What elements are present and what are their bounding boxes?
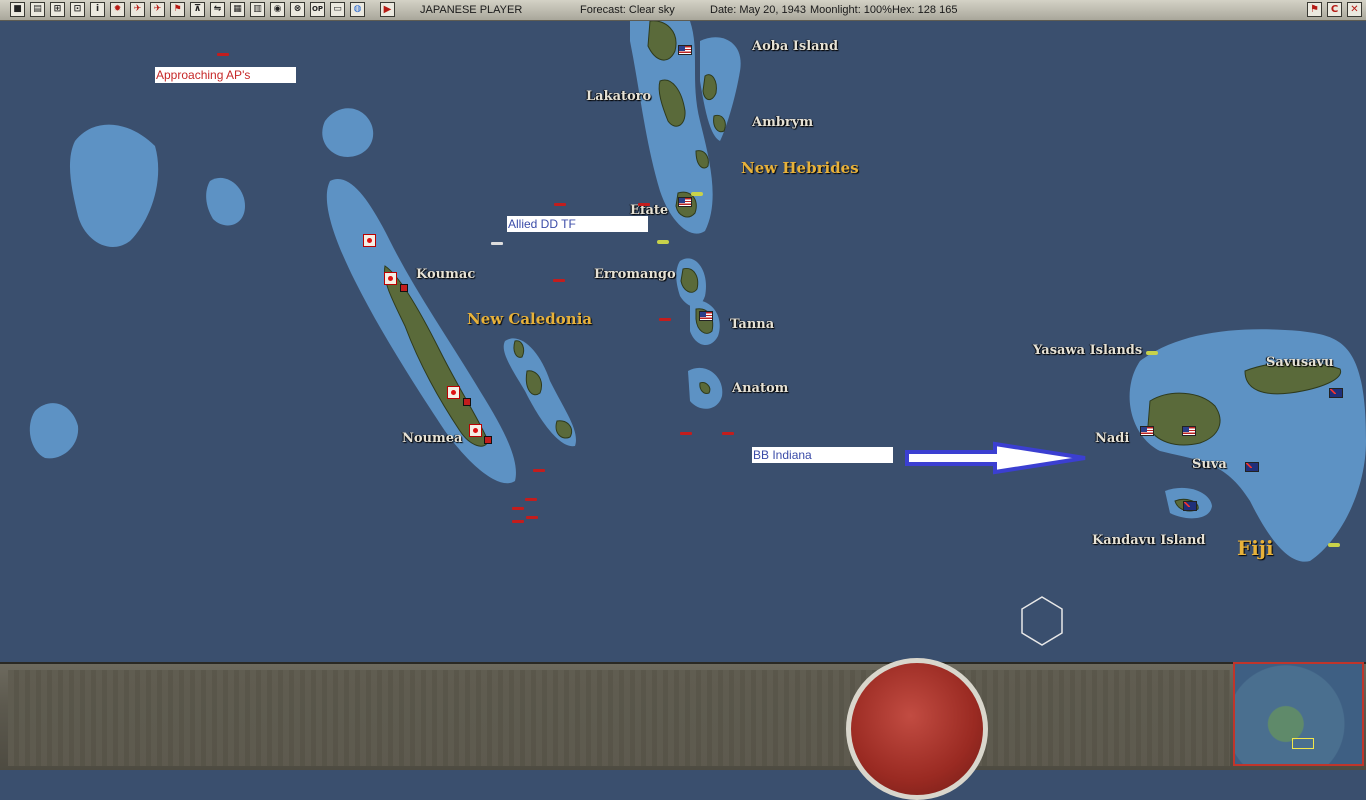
ship-taskforce-icon[interactable]	[512, 520, 524, 523]
air-unit-icon[interactable]	[691, 192, 703, 196]
jp-unit-marker[interactable]	[400, 284, 408, 292]
info-panel-area	[8, 670, 1230, 766]
air-button[interactable]: ✈	[130, 2, 145, 17]
air-button-2[interactable]: ✈	[150, 2, 165, 17]
close-icon[interactable]: ✕	[1347, 2, 1362, 17]
toolbar-button-11[interactable]: ⇋	[210, 2, 225, 17]
hex-label: Hex: 128 165	[892, 4, 958, 16]
ship-taskforce-icon[interactable]	[526, 516, 538, 519]
region-new-caledonia: New Caledonia	[467, 310, 593, 328]
annotation-bb-indiana: BB Indiana	[752, 447, 893, 463]
annotation-approaching: Approaching AP's	[155, 67, 296, 83]
ship-taskforce-icon[interactable]	[553, 279, 565, 282]
place-kandavu-island: Kandavu Island	[1092, 533, 1206, 548]
nz-base-marker[interactable]	[1183, 501, 1197, 511]
jp-base-marker[interactable]	[384, 272, 397, 285]
place-savusavu: Savusavu	[1266, 355, 1334, 370]
ship-taskforce-icon[interactable]	[638, 203, 650, 206]
c-button[interactable]: C	[1327, 2, 1342, 17]
ship-taskforce-icon[interactable]	[491, 242, 503, 245]
reef-bottom-left	[29, 403, 79, 459]
japan-flag-button[interactable]: ✹	[110, 2, 125, 17]
minimap[interactable]	[1233, 662, 1364, 766]
ship-taskforce-icon[interactable]	[525, 498, 537, 501]
place-suva: Suva	[1192, 457, 1227, 472]
toolbar-button-10[interactable]: ⊼	[190, 2, 205, 17]
weather-button[interactable]: ◍	[350, 2, 365, 17]
toolbar-button-2[interactable]: ▤	[30, 2, 45, 17]
ship-taskforce-icon[interactable]	[217, 53, 229, 56]
toolbar-button-17[interactable]: ▭	[330, 2, 345, 17]
map-terrain	[29, 21, 1366, 646]
region-fiji: Fiji	[1237, 536, 1274, 560]
hex-cursor	[1021, 596, 1063, 646]
us-base-marker[interactable]	[699, 311, 713, 321]
bottom-panel	[0, 662, 1366, 770]
air-unit-icon[interactable]	[1146, 351, 1158, 355]
region-new-hebrides: New Hebrides	[741, 159, 859, 177]
ship-taskforce-icon[interactable]	[533, 469, 545, 472]
toolbar-button-15[interactable]: ⊗	[290, 2, 305, 17]
toolbar-button-4[interactable]: ⊡	[70, 2, 85, 17]
reef-left	[69, 124, 159, 247]
jp-base-marker[interactable]	[469, 424, 482, 437]
ship-taskforce-icon[interactable]	[554, 203, 566, 206]
top-toolbar: ■ ▤ ⊞ ⊡ i ✹ ✈ ✈ ⚑ ⊼ ⇋ ▦ ▥ ◉ ⊗ OP ▭ ◍ ▶ J…	[0, 0, 1366, 21]
place-koumac: Koumac	[416, 267, 476, 282]
toolbar-button-12[interactable]: ▦	[230, 2, 245, 17]
moonlight-label: Moonlight: 100%	[810, 4, 892, 16]
flag-button[interactable]: ⚑	[170, 2, 185, 17]
player-label: JAPANESE PLAYER	[420, 4, 523, 16]
flag-icon[interactable]: ⚑	[1307, 2, 1322, 17]
annotation-allied-dd-tf: Allied DD TF	[507, 216, 648, 232]
date-label: Date: May 20, 1943	[710, 4, 807, 16]
toolbar-button-1[interactable]: ■	[10, 2, 25, 17]
us-base-marker[interactable]	[678, 45, 692, 55]
end-turn-button[interactable]	[846, 658, 988, 800]
jp-unit-marker[interactable]	[484, 436, 492, 444]
us-base-marker[interactable]	[678, 197, 692, 207]
ship-taskforce-icon[interactable]	[722, 432, 734, 435]
map-view[interactable]: Aoba Island Lakatoro Ambrym New Hebrides…	[0, 21, 1366, 662]
viti-levu-land	[1147, 392, 1221, 446]
air-unit-icon[interactable]	[1328, 543, 1340, 547]
pentecost-land	[702, 74, 717, 100]
place-lakatoro: Lakatoro	[586, 89, 652, 104]
toolbar-button-13[interactable]: ▥	[250, 2, 265, 17]
us-base-marker[interactable]	[1140, 426, 1154, 436]
place-aoba-island: Aoba Island	[752, 39, 839, 54]
place-ambrym: Ambrym	[752, 115, 814, 130]
ship-taskforce-icon[interactable]	[680, 432, 692, 435]
us-base-marker[interactable]	[1182, 426, 1196, 436]
jp-unit-marker[interactable]	[463, 398, 471, 406]
jp-base-marker[interactable]	[363, 234, 376, 247]
globe-button[interactable]: ◉	[270, 2, 285, 17]
bb-indiana-arrow	[905, 441, 1086, 475]
nz-base-marker[interactable]	[1329, 388, 1343, 398]
ship-taskforce-icon[interactable]	[512, 507, 524, 510]
toolbar-button-3[interactable]: ⊞	[50, 2, 65, 17]
op-button[interactable]: OP	[310, 2, 325, 17]
forecast-label: Forecast: Clear sky	[580, 4, 675, 16]
reef-small-2	[206, 177, 245, 226]
place-tanna: Tanna	[730, 317, 775, 332]
place-noumea: Noumea	[402, 431, 463, 446]
minimap-viewport[interactable]	[1292, 738, 1314, 749]
place-erromango: Erromango	[594, 267, 676, 282]
nz-base-marker[interactable]	[1245, 462, 1259, 472]
reef-small	[322, 108, 374, 157]
place-nadi: Nadi	[1095, 431, 1130, 446]
air-unit-icon[interactable]	[657, 240, 669, 244]
jp-base-marker[interactable]	[447, 386, 460, 399]
ship-taskforce-icon[interactable]	[659, 318, 671, 321]
place-anatom: Anatom	[732, 381, 789, 396]
info-button[interactable]: i	[90, 2, 105, 17]
play-icon[interactable]: ▶	[380, 2, 395, 17]
place-yasawa-islands: Yasawa Islands	[1033, 343, 1143, 358]
